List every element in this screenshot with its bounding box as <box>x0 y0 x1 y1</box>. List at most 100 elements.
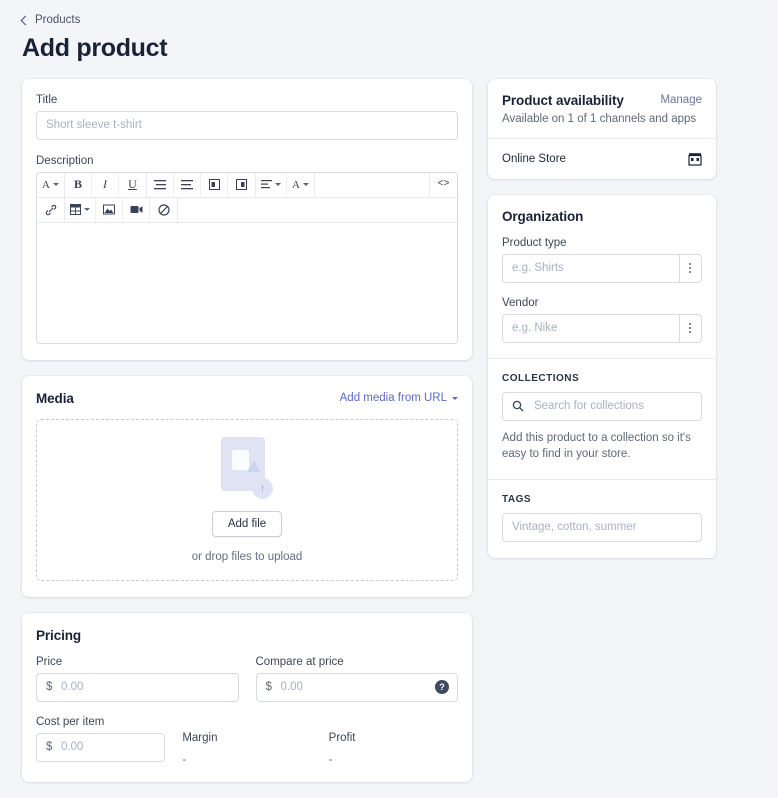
tags-label: TAGS <box>502 493 532 505</box>
chevron-down-icon <box>302 183 309 186</box>
description-label: Description <box>36 154 94 167</box>
collections-section: COLLECTIONS Add this product to a collec… <box>488 359 716 479</box>
align-icon <box>261 179 272 188</box>
add-media-from-url-label: Add media from URL <box>339 392 447 404</box>
table-icon <box>70 204 81 215</box>
underline-button[interactable]: U <box>119 172 146 197</box>
indent-button[interactable] <box>228 172 255 197</box>
pricing-card: Pricing Price $ Compare at price <box>22 612 472 782</box>
vendor-field <box>502 313 702 343</box>
image-button[interactable] <box>96 197 123 222</box>
font-size-button[interactable]: A <box>37 172 64 197</box>
collections-search-input[interactable] <box>502 391 702 421</box>
page-columns: Title Description A <box>22 78 756 798</box>
page-title: Add product <box>22 34 168 62</box>
video-icon <box>130 206 142 213</box>
margin-label: Margin <box>182 731 218 744</box>
title-label: Title <box>36 93 58 106</box>
organization-card: Organization Product type Vendor <box>488 194 716 558</box>
vertical-dots-icon-2 <box>689 323 692 333</box>
chevron-down-icon <box>52 183 59 186</box>
collections-search-wrap <box>502 391 702 421</box>
toolbar-spacer <box>315 172 429 197</box>
italic-button[interactable]: I <box>92 172 119 197</box>
profit-group: Profit - <box>329 716 458 766</box>
code-view-button[interactable]: <> <box>429 172 457 197</box>
cost-per-item-label: Cost per item <box>36 715 105 728</box>
clear-formatting-icon <box>157 203 170 216</box>
profit-label: Profit <box>328 731 356 744</box>
bold-button[interactable]: B <box>65 172 92 197</box>
cost-per-item-input[interactable] <box>36 732 166 762</box>
media-card-header: Media Add media from URL <box>36 391 458 406</box>
margin-group: Margin - <box>182 716 311 766</box>
compare-input-wrap: $ ? <box>255 672 458 702</box>
align-button[interactable] <box>256 172 287 197</box>
title-input[interactable] <box>36 110 458 140</box>
collections-help-text: Add this product to a collection so it's… <box>502 431 691 461</box>
table-button[interactable] <box>65 197 96 222</box>
availability-title: Product availability <box>502 92 624 108</box>
compare-at-price-input[interactable] <box>255 672 458 702</box>
text-color-button[interactable]: A <box>287 172 314 197</box>
list-numbered-icon <box>181 179 193 189</box>
numbered-list-button[interactable] <box>174 172 201 197</box>
outdent-icon <box>208 179 220 190</box>
manage-link[interactable]: Manage <box>660 94 702 106</box>
channel-name: Online Store <box>502 152 566 165</box>
media-dropzone[interactable]: ↑ Add file or drop files to upload <box>36 418 458 581</box>
chevron-left-icon <box>20 15 31 25</box>
media-card: Media Add media from URL ↑ Add file or d… <box>22 375 472 597</box>
link-icon <box>45 204 56 215</box>
tags-input[interactable] <box>502 512 702 542</box>
bulleted-list-button[interactable] <box>147 172 174 197</box>
main-column: Title Description A <box>22 78 472 798</box>
vendor-label: Vendor <box>502 296 539 309</box>
toolbar-spacer-2 <box>178 197 457 222</box>
collections-label: COLLECTIONS <box>502 372 580 384</box>
chevron-down-icon <box>452 396 458 400</box>
image-placeholder-triangle <box>247 460 261 472</box>
link-button[interactable] <box>37 197 64 222</box>
cost-field-group: Cost per item $ <box>36 715 166 766</box>
help-icon[interactable]: ? <box>435 680 449 694</box>
clear-formatting-button[interactable] <box>150 197 177 222</box>
product-type-options-button[interactable] <box>679 253 702 283</box>
price-input[interactable] <box>36 672 239 702</box>
outdent-button[interactable] <box>201 172 228 197</box>
storefront-icon <box>688 152 702 166</box>
pricing-title: Pricing <box>36 627 82 643</box>
italic-icon: I <box>103 177 107 191</box>
underline-icon: U <box>128 177 137 191</box>
add-file-button[interactable]: Add file <box>211 510 283 537</box>
breadcrumb-products[interactable]: Products <box>20 14 81 26</box>
channel-online-store[interactable]: Online Store <box>488 139 716 179</box>
indent-icon <box>236 179 247 190</box>
compare-price-field-group: Compare at price $ ? <box>255 656 458 702</box>
description-editor: A B I U A <> <box>36 171 458 344</box>
upload-illustration: ↑ <box>221 436 273 499</box>
vertical-dots-icon <box>689 263 692 273</box>
list-bulleted-icon <box>154 179 166 189</box>
side-column: Product availability Manage Available on… <box>488 78 716 574</box>
add-product-page: Products Add product Title Description A <box>0 0 778 782</box>
vendor-options-button[interactable] <box>679 313 702 343</box>
description-textarea[interactable] <box>37 222 457 343</box>
product-type-input[interactable] <box>502 253 680 283</box>
editor-toolbar-row-1: A B I U A <> <box>37 172 457 198</box>
chevron-down-icon <box>275 183 281 186</box>
upload-arrow-icon: ↑ <box>252 477 273 499</box>
video-button[interactable] <box>123 197 150 222</box>
add-media-from-url-link[interactable]: Add media from URL <box>340 392 458 404</box>
drop-files-hint: or drop files to upload <box>191 550 303 563</box>
price-label: Price <box>36 655 63 668</box>
breadcrumb-label: Products <box>35 14 81 26</box>
availability-header: Product availability Manage <box>502 93 702 108</box>
bold-icon: B <box>73 177 82 191</box>
price-input-wrap: $ <box>36 672 239 702</box>
product-type-label: Product type <box>502 236 567 249</box>
cost-input-wrap: $ <box>36 732 166 762</box>
vendor-input[interactable] <box>502 313 680 343</box>
tags-section: TAGS <box>488 480 716 558</box>
font-size-icon: A <box>42 178 50 191</box>
